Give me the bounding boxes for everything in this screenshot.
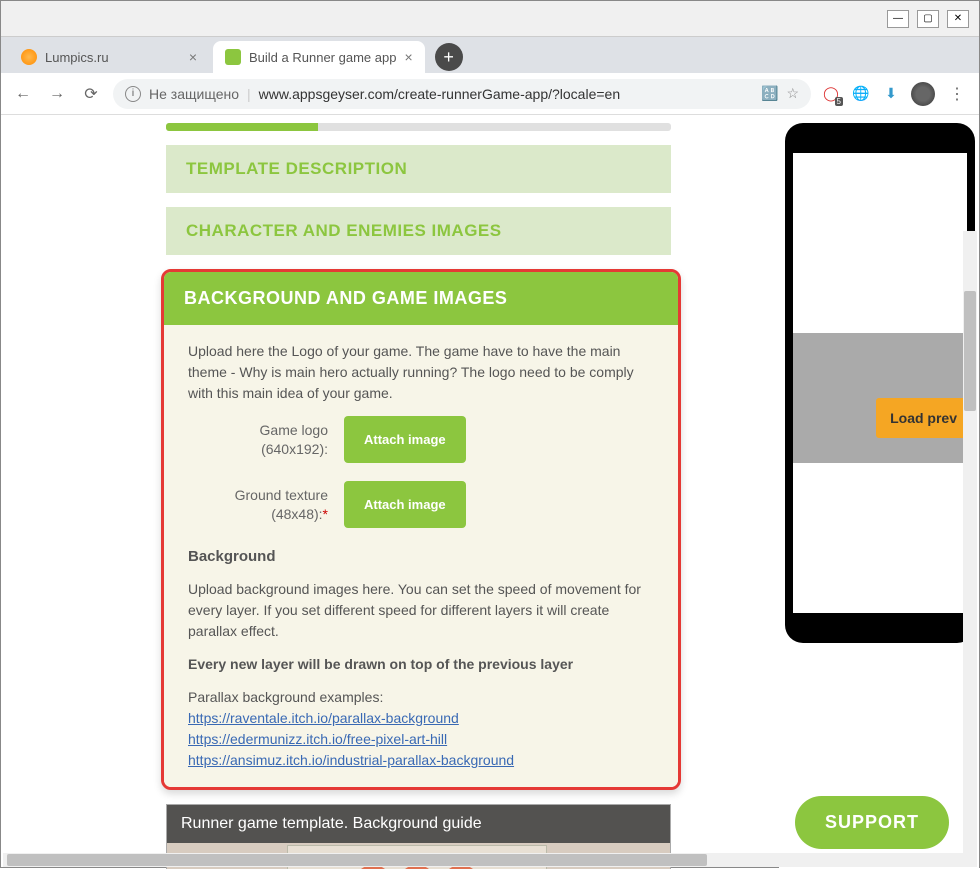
video-title: Runner game template. Background guide bbox=[167, 805, 670, 843]
forward-button[interactable]: → bbox=[45, 82, 69, 106]
profile-avatar[interactable] bbox=[911, 82, 935, 106]
section-character-enemies[interactable]: CHARACTER AND ENEMIES IMAGES bbox=[166, 207, 671, 255]
browser-window: — ▢ ✕ Lumpics.ru × Build a Runner game a… bbox=[0, 0, 980, 868]
close-window-button[interactable]: ✕ bbox=[947, 10, 969, 28]
attach-ground-button[interactable]: Attach image bbox=[344, 481, 466, 528]
preview-panel: Load prev SUPPORT bbox=[779, 115, 979, 869]
back-button[interactable]: ← bbox=[11, 82, 35, 106]
new-tab-button[interactable]: + bbox=[435, 43, 463, 71]
tab-lumpics[interactable]: Lumpics.ru × bbox=[9, 41, 209, 73]
background-subheading: Background bbox=[188, 546, 654, 569]
address-bar: ← → ⟳ i Не защищено | www.appsgeyser.com… bbox=[1, 73, 979, 115]
tab-title: Lumpics.ru bbox=[45, 50, 109, 65]
close-tab-icon[interactable]: × bbox=[404, 49, 412, 65]
security-warning: Не защищено bbox=[149, 86, 239, 102]
game-logo-label: Game logo (640x192): bbox=[208, 421, 328, 457]
intro-text: Upload here the Logo of your game. The g… bbox=[188, 341, 654, 404]
maximize-button[interactable]: ▢ bbox=[917, 10, 939, 28]
bookmark-icon[interactable]: ☆ bbox=[786, 85, 799, 102]
site-info-icon[interactable]: i bbox=[125, 86, 141, 102]
horizontal-scrollbar[interactable] bbox=[3, 853, 963, 867]
url-box[interactable]: i Не защищено | www.appsgeyser.com/creat… bbox=[113, 79, 811, 109]
tab-bar: Lumpics.ru × Build a Runner game app × + bbox=[1, 37, 979, 73]
extensions: ◯5 🌐 ⬇ ⋮ bbox=[821, 82, 969, 106]
load-preview-button[interactable]: Load prev bbox=[876, 398, 967, 438]
section-background-header[interactable]: BACKGROUND AND GAME IMAGES bbox=[164, 272, 678, 325]
section-background-images-highlighted: BACKGROUND AND GAME IMAGES Upload here t… bbox=[161, 269, 681, 790]
tab-title: Build a Runner game app bbox=[249, 50, 396, 65]
extension-icon-1[interactable]: ◯5 bbox=[821, 84, 841, 104]
ground-texture-label: Ground texture (48x48):* bbox=[208, 486, 328, 522]
progress-bar bbox=[166, 123, 671, 131]
support-button[interactable]: SUPPORT bbox=[795, 796, 949, 849]
example-link-1[interactable]: https://raventale.itch.io/parallax-backg… bbox=[188, 708, 654, 729]
translate-icon[interactable]: 🔠 bbox=[761, 85, 778, 102]
section-background-body: Upload here the Logo of your game. The g… bbox=[164, 325, 678, 787]
examples-label: Parallax background examples: bbox=[188, 687, 654, 708]
progress-fill bbox=[166, 123, 318, 131]
section-template-description[interactable]: TEMPLATE DESCRIPTION bbox=[166, 145, 671, 193]
close-tab-icon[interactable]: × bbox=[189, 49, 197, 65]
url-text: www.appsgeyser.com/create-runnerGame-app… bbox=[259, 86, 620, 102]
upload-ground-texture: Ground texture (48x48):* Attach image bbox=[208, 481, 654, 528]
minimize-button[interactable]: — bbox=[887, 10, 909, 28]
main-column: TEMPLATE DESCRIPTION CHARACTER AND ENEMI… bbox=[1, 115, 779, 869]
vertical-scrollbar[interactable] bbox=[963, 231, 977, 867]
window-titlebar: — ▢ ✕ bbox=[1, 1, 979, 37]
menu-button[interactable]: ⋮ bbox=[945, 82, 969, 106]
extension-icon-2[interactable]: 🌐 bbox=[851, 84, 871, 104]
extension-icon-3[interactable]: ⬇ bbox=[881, 84, 901, 104]
phone-screen: Load prev bbox=[793, 153, 967, 613]
page-content: TEMPLATE DESCRIPTION CHARACTER AND ENEMI… bbox=[1, 115, 979, 869]
layer-note: Every new layer will be drawn on top of … bbox=[188, 654, 654, 675]
attach-logo-button[interactable]: Attach image bbox=[344, 416, 466, 463]
background-desc: Upload background images here. You can s… bbox=[188, 579, 654, 642]
example-link-3[interactable]: https://ansimuz.itch.io/industrial-paral… bbox=[188, 750, 654, 771]
favicon-appsgeyser bbox=[225, 49, 241, 65]
favicon-lumpics bbox=[21, 49, 37, 65]
example-link-2[interactable]: https://edermunizz.itch.io/free-pixel-ar… bbox=[188, 729, 654, 750]
reload-button[interactable]: ⟳ bbox=[79, 82, 103, 106]
tab-appsgeyser[interactable]: Build a Runner game app × bbox=[213, 41, 425, 73]
upload-game-logo: Game logo (640x192): Attach image bbox=[208, 416, 654, 463]
phone-frame: Load prev bbox=[785, 123, 975, 643]
